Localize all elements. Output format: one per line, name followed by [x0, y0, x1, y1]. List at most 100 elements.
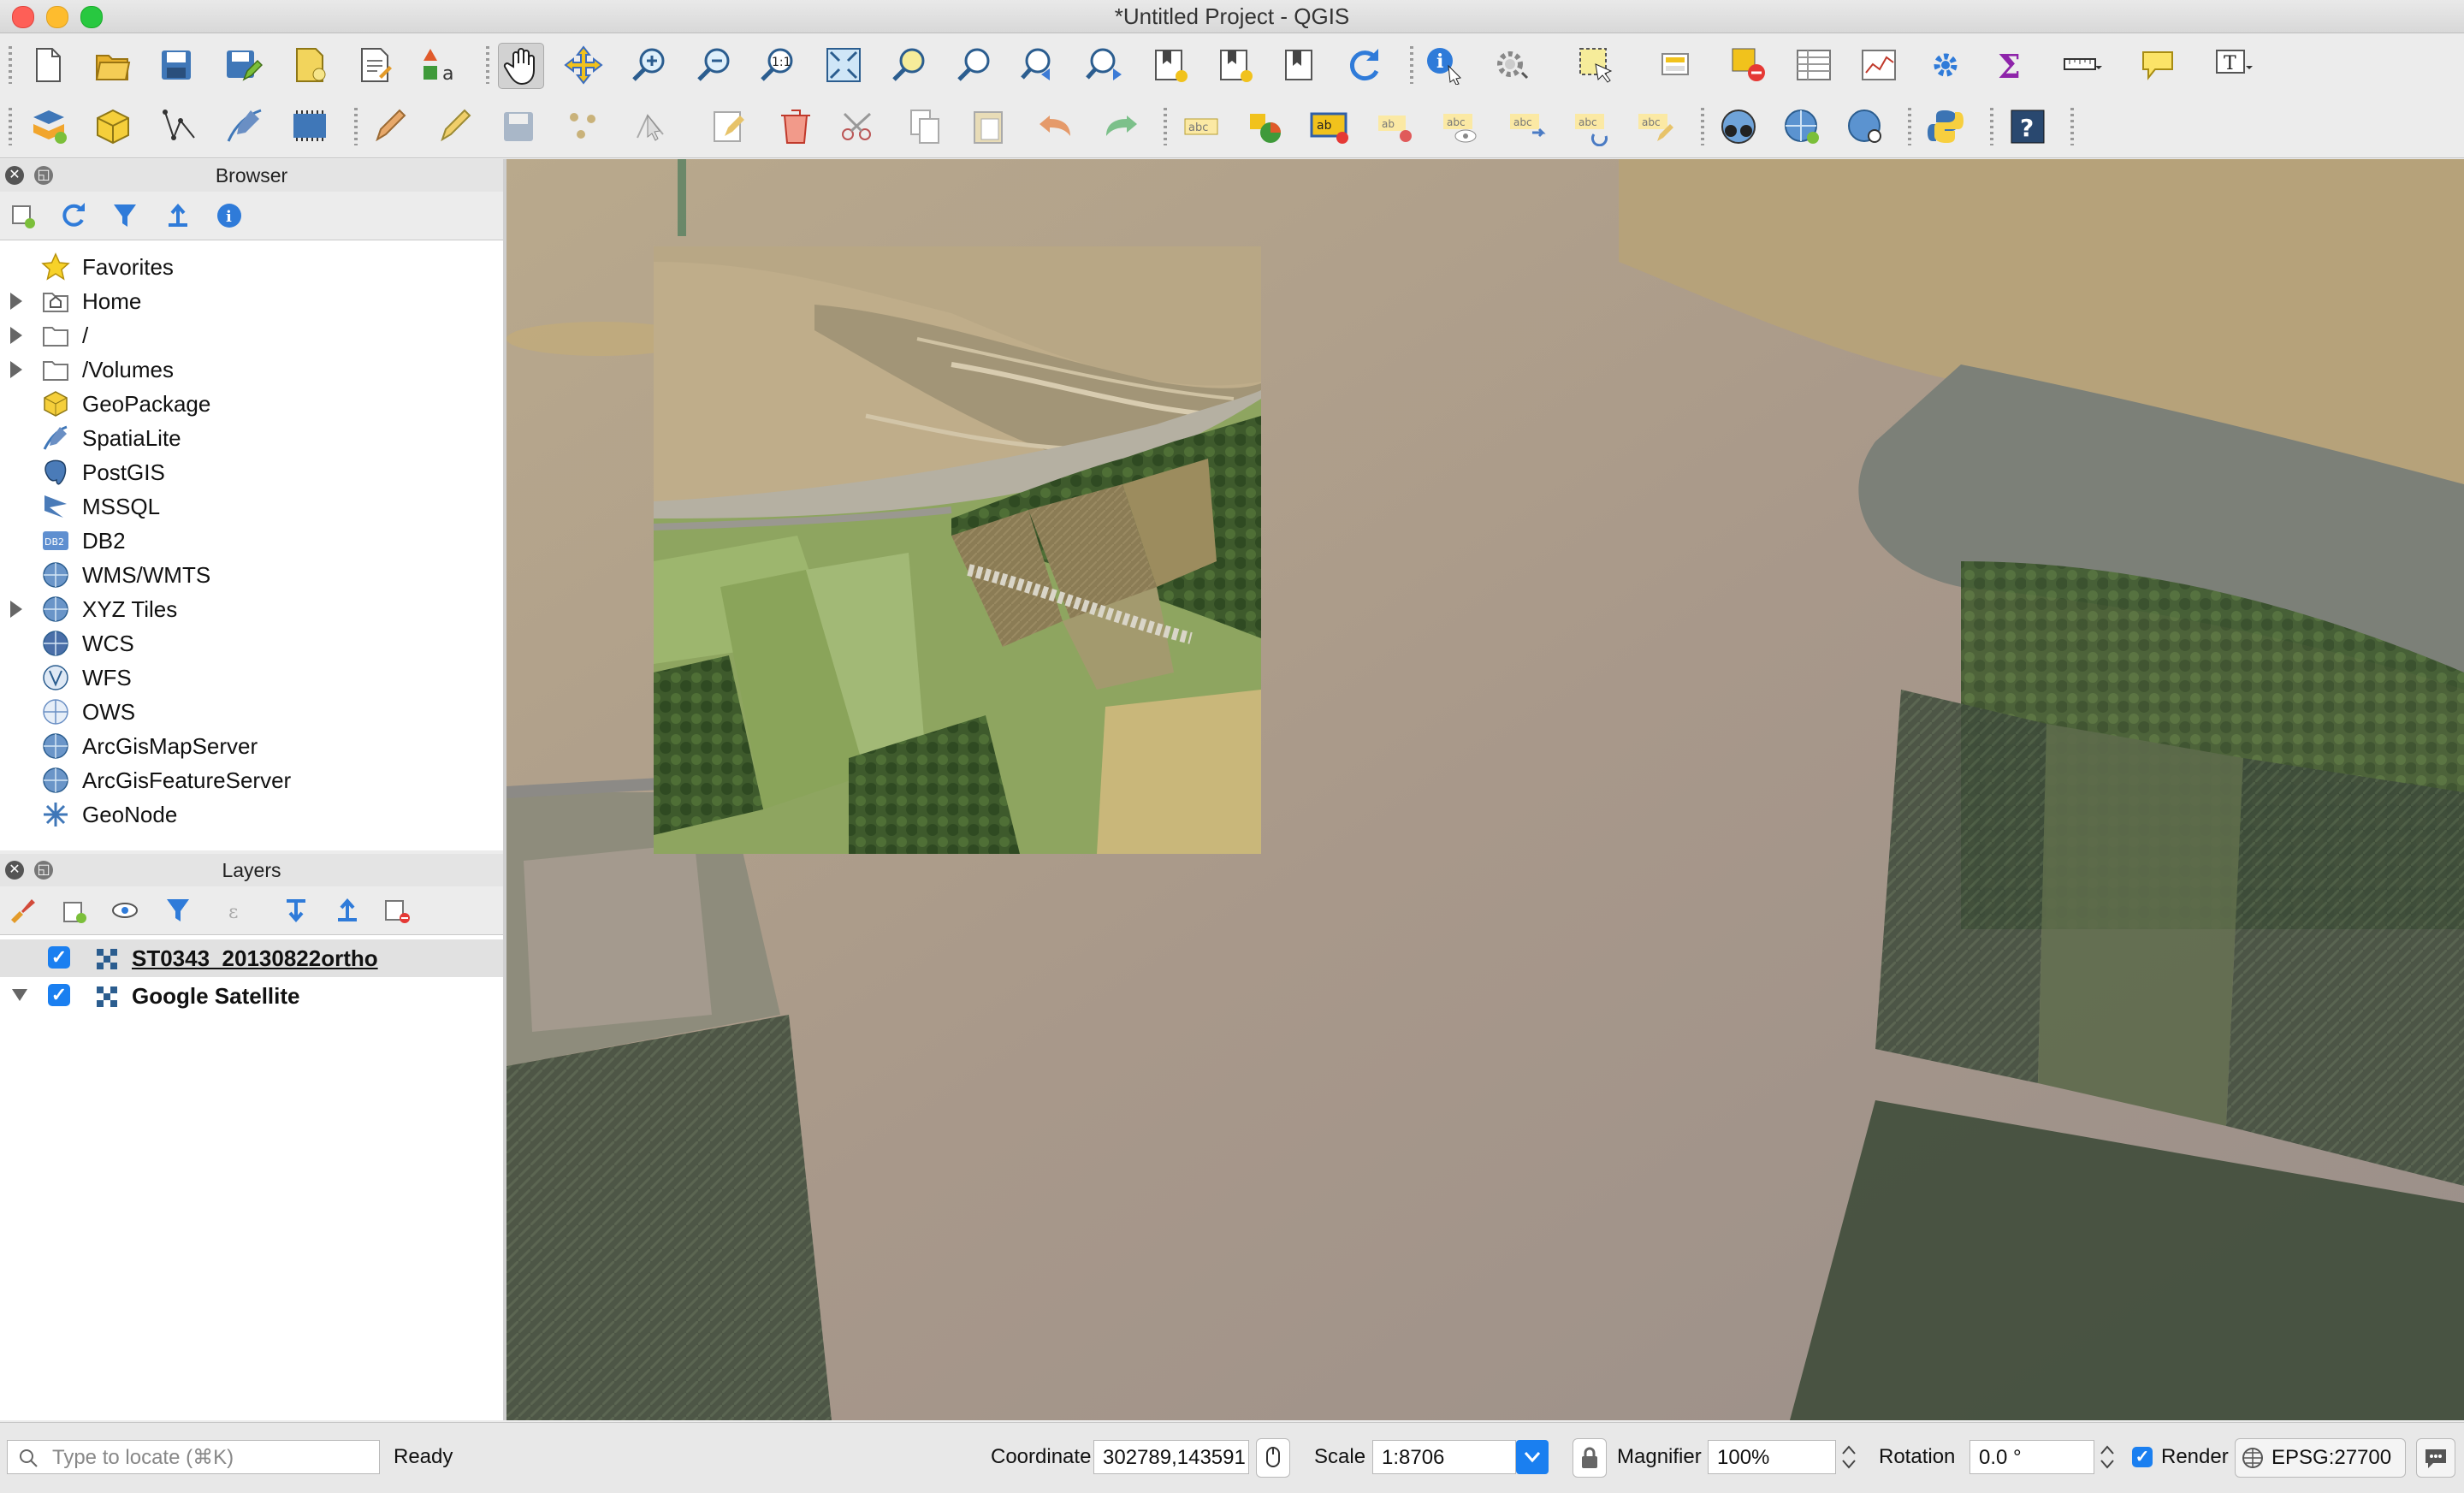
current-edits-icon[interactable] [368, 104, 412, 149]
statistics-icon[interactable] [1857, 43, 1901, 87]
toolbox-icon[interactable] [1923, 43, 1968, 87]
new-bookmark-icon[interactable] [1148, 43, 1193, 87]
refresh-icon[interactable] [1342, 43, 1386, 87]
toolbar-handle[interactable] [9, 46, 12, 84]
show-bookmarks-icon[interactable] [1213, 43, 1258, 87]
identify-icon[interactable]: i [1422, 43, 1466, 87]
vertex-tool-icon[interactable] [630, 104, 674, 149]
browser-item-db2[interactable]: DB2 DB2 [0, 524, 503, 558]
add-wms-icon[interactable] [1780, 104, 1824, 149]
digitize-vertex-icon[interactable] [157, 104, 202, 149]
new-project-icon[interactable] [26, 43, 70, 87]
pan-icon[interactable] [498, 43, 544, 89]
select-features-icon[interactable] [1574, 43, 1619, 87]
map-canvas[interactable] [506, 159, 2464, 1420]
field-calculator-icon[interactable]: Σ [1988, 43, 2033, 87]
delete-selected-icon[interactable] [773, 104, 818, 149]
add-group-icon[interactable] [58, 895, 89, 926]
osm-icon[interactable] [1716, 104, 1761, 149]
browser-item-geopackage[interactable]: GeoPackage [0, 387, 503, 421]
redo-icon[interactable] [1099, 104, 1143, 149]
coordinate-field[interactable]: 302789,143591 [1093, 1440, 1249, 1474]
browser-item-postgis[interactable]: PostGIS [0, 455, 503, 489]
browser-item-volumes[interactable]: /Volumes [0, 353, 503, 387]
style-layers-icon[interactable] [7, 895, 38, 926]
lock-scale-button[interactable] [1573, 1438, 1607, 1478]
browser-item-wcs[interactable]: WCS [0, 626, 503, 661]
collapse-all-layers-icon[interactable] [332, 895, 363, 926]
change-label-icon[interactable]: abc [1634, 104, 1679, 149]
toolbar-handle[interactable] [9, 108, 12, 145]
magnifier-field[interactable]: 100% [1708, 1440, 1836, 1474]
remove-layer-icon[interactable] [382, 895, 412, 926]
move-label-icon[interactable]: abc [1506, 104, 1550, 149]
filter-browser-icon[interactable] [110, 200, 140, 231]
render-checkbox[interactable]: ✓ [2132, 1447, 2153, 1467]
toggle-extents-button[interactable] [1256, 1438, 1290, 1478]
new-geopackage-icon[interactable] [91, 104, 135, 149]
layer-visibility-checkbox[interactable]: ✓ [48, 984, 70, 1006]
save-edits-icon[interactable] [496, 104, 541, 149]
modify-attributes-icon[interactable] [707, 104, 751, 149]
browser-item-wfs[interactable]: WFS [0, 661, 503, 695]
collapse-all-icon[interactable] [163, 200, 193, 231]
digitize-line-icon[interactable] [222, 104, 267, 149]
zoom-native-icon[interactable]: 1:1 [755, 43, 799, 87]
help-icon[interactable]: ? [2005, 104, 2050, 149]
browser-item-wms-wmts[interactable]: WMS/WMTS [0, 558, 503, 592]
spatial-bookmarks-icon[interactable] [1276, 43, 1321, 87]
rotate-label-icon[interactable]: abc [1571, 104, 1615, 149]
expand-arrow-icon[interactable] [10, 327, 22, 344]
map-tips-icon[interactable] [2135, 43, 2180, 87]
style-manager-icon[interactable]: a [418, 43, 462, 87]
show-hide-label-icon[interactable]: abc [1439, 104, 1484, 149]
expand-arrow-icon[interactable] [10, 601, 22, 618]
browser-item-spatialite[interactable]: SpatiaLite [0, 421, 503, 455]
save-as-icon[interactable] [221, 43, 265, 87]
scale-combobox[interactable]: 1:8706 [1372, 1440, 1516, 1474]
refresh-browser-icon[interactable] [58, 200, 89, 231]
magnifier-spinner[interactable] [1839, 1440, 1858, 1474]
expand-all-icon[interactable] [281, 895, 311, 926]
messages-button[interactable] [2416, 1438, 2455, 1478]
zoom-to-layer-icon[interactable] [951, 43, 996, 87]
filter-legend-icon[interactable] [163, 895, 193, 926]
python-console-icon[interactable] [1923, 104, 1968, 149]
add-feature-icon[interactable] [561, 104, 606, 149]
cut-features-icon[interactable] [837, 104, 881, 149]
rotation-field[interactable]: 0.0 ° [1969, 1440, 2094, 1474]
copy-features-icon[interactable] [903, 104, 948, 149]
search-wms-icon[interactable] [1843, 104, 1887, 149]
layout-manager-icon[interactable] [352, 43, 397, 87]
scale-dropdown-button[interactable] [1516, 1440, 1549, 1474]
zoom-to-selection-icon[interactable] [886, 43, 931, 87]
browser-item-favorites[interactable]: Favorites [0, 250, 503, 284]
browser-item-mssql[interactable]: MSSQL [0, 489, 503, 524]
layer-row-ortho[interactable]: ✓ ST0343_20130822ortho [0, 939, 503, 977]
info-icon[interactable]: i [214, 200, 245, 231]
expand-arrow-icon[interactable] [10, 293, 22, 310]
highlight-label-icon[interactable]: ab [1307, 104, 1352, 149]
layer-row-google-satellite[interactable]: ✓ Google Satellite [0, 977, 503, 1015]
browser-item-home[interactable]: Home [0, 284, 503, 318]
paste-features-icon[interactable] [967, 104, 1011, 149]
measure-icon[interactable] [2060, 43, 2105, 87]
zoom-in-icon[interactable] [626, 43, 671, 87]
run-action-icon[interactable] [1489, 43, 1533, 87]
deselect-icon[interactable] [1727, 43, 1771, 87]
label-icon[interactable]: abc [1179, 104, 1223, 149]
attribute-table-icon[interactable] [1792, 43, 1836, 87]
new-print-layout-icon[interactable] [287, 43, 332, 87]
select-by-value-icon[interactable] [1656, 43, 1701, 87]
browser-item-ows[interactable]: OWS [0, 695, 503, 729]
collapse-arrow-icon[interactable] [12, 989, 27, 1001]
add-selected-layers-icon[interactable] [9, 200, 39, 231]
zoom-out-icon[interactable] [691, 43, 736, 87]
manage-visibility-icon[interactable] [110, 895, 140, 926]
crs-button[interactable]: EPSG:27700 [2235, 1438, 2406, 1478]
save-project-icon[interactable] [154, 43, 198, 87]
open-project-icon[interactable] [91, 43, 135, 87]
browser-item-geonode[interactable]: GeoNode [0, 797, 503, 832]
expand-arrow-icon[interactable] [10, 361, 22, 378]
filter-by-expression-icon[interactable]: ε [224, 895, 255, 926]
